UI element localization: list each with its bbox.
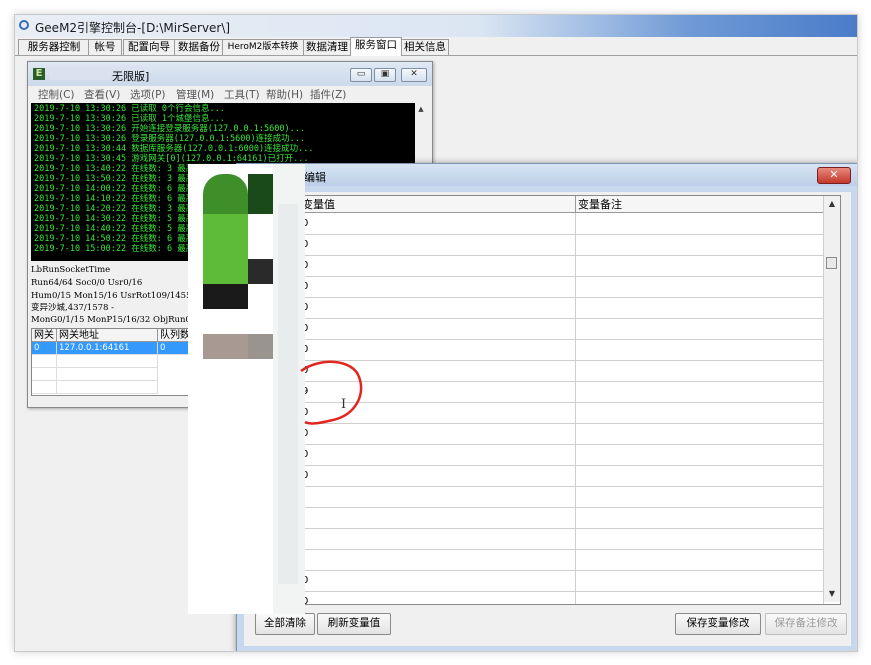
- main-window: GeeM2引擎控制台-[D:\MirServer\] 服务器控制 帐号 配置向导…: [14, 14, 858, 652]
- red-circle-annotation: [300, 360, 363, 425]
- tab-service-window[interactable]: 服务窗口: [350, 37, 402, 56]
